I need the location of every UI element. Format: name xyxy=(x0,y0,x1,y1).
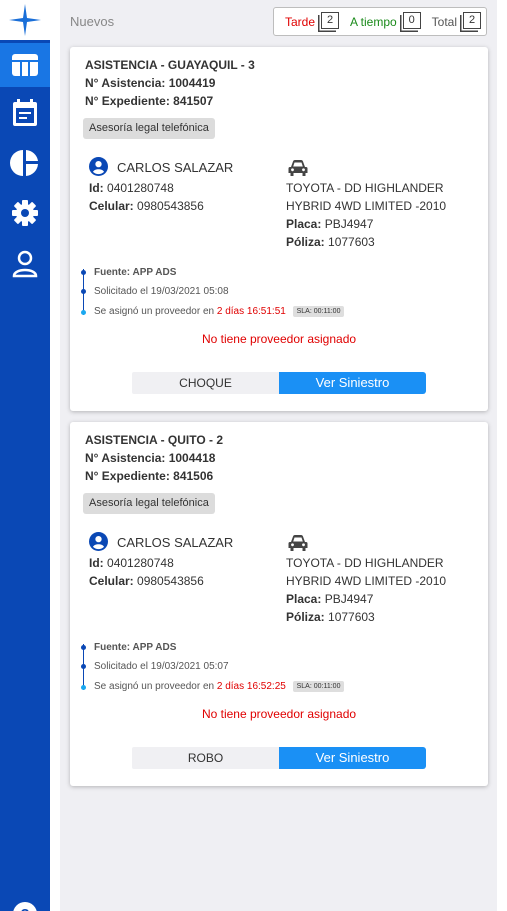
customer-id-label: Id: xyxy=(89,181,104,195)
timeline-requested: Solicitado el 19/03/2021 05:08 xyxy=(94,286,229,297)
counter-on-time-label: A tiempo xyxy=(349,14,397,29)
vehicle-plate: Placa: PBJ4947 xyxy=(286,217,373,231)
no-provider-message: No tiene proveedor asignado xyxy=(201,332,357,346)
section-title: Nuevos xyxy=(70,14,115,29)
person-circle-icon xyxy=(89,157,108,176)
user-icon[interactable] xyxy=(0,242,50,286)
timeline-dot xyxy=(81,310,86,315)
counter-total-value: 2 xyxy=(463,11,481,29)
timeline-dot xyxy=(81,270,86,275)
assigned-text: Se asignó un proveedor en xyxy=(94,681,215,693)
sla-badge: SLA: 00:11:00 xyxy=(292,306,345,317)
timeline-source-text: Fuente: APP ADS xyxy=(94,642,177,653)
customer-id-value: 0401280748 xyxy=(107,556,174,570)
assigned-time: 2 días 16:52:25 xyxy=(216,681,286,693)
counter-late-value: 2 xyxy=(321,11,340,29)
policy-label: Póliza: xyxy=(286,610,325,624)
view-claim-button[interactable]: Ver Siniestro xyxy=(279,372,426,394)
calendar-icon[interactable] xyxy=(0,91,50,135)
timeline-source: Fuente: APP ADS xyxy=(94,267,176,278)
customer-name: CARLOS SALAZAR xyxy=(117,535,234,550)
customer-phone: Celular: 0980543856 xyxy=(89,199,204,213)
help-icon[interactable]: ? xyxy=(0,888,50,911)
timeline-source-text: Fuente: APP ADS xyxy=(94,267,177,278)
customer-id: Id: 0401280748 xyxy=(89,556,174,570)
policy-number: Póliza: 1077603 xyxy=(286,235,375,249)
sidebar: ? xyxy=(0,0,50,911)
incident-type-button[interactable]: ROBO xyxy=(132,747,279,769)
table-icon[interactable] xyxy=(0,43,50,87)
vehicle-version: HYBRID 4WD LIMITED -2010 xyxy=(286,574,447,588)
vehicle-plate-label: Placa: xyxy=(286,217,322,231)
policy-number: Póliza: 1077603 xyxy=(286,610,375,624)
timeline-source: Fuente: APP ADS xyxy=(94,642,176,653)
star-logo-icon[interactable] xyxy=(0,0,50,40)
vehicle-model: TOYOTA - DD HIGHLANDER xyxy=(286,556,444,570)
service-tag: Asesoría legal telefónica xyxy=(83,118,215,139)
customer-id: Id: 0401280748 xyxy=(89,181,174,195)
assigned-time: 2 días 16:51:51 xyxy=(216,306,286,318)
card-title: ASISTENCIA - QUITO - 2 xyxy=(85,433,224,447)
customer-name: CARLOS SALAZAR xyxy=(117,160,234,175)
policy-label: Póliza: xyxy=(286,235,325,249)
sla-badge: SLA: 00:11:00 xyxy=(292,681,345,692)
top-bar: Nuevos Tarde 2 A tiempo 0 Total 2 xyxy=(60,0,497,40)
no-provider-message: No tiene proveedor asignado xyxy=(201,707,357,721)
counter-total-label: Total xyxy=(431,14,457,29)
customer-id-value: 0401280748 xyxy=(107,181,174,195)
svg-text:?: ? xyxy=(20,906,29,911)
card-title: ASISTENCIA - GUAYAQUIL - 3 xyxy=(85,58,255,72)
assistance-number: N° Asistencia: 1004419 xyxy=(85,76,216,90)
timeline-dot xyxy=(81,685,86,690)
customer-phone-value: 0980543856 xyxy=(137,574,204,588)
vehicle-plate: Placa: PBJ4947 xyxy=(286,592,373,606)
vehicle-plate-value: PBJ4947 xyxy=(324,217,374,231)
assistance-card[interactable]: ASISTENCIA - QUITO - 2 N° Asistencia: 10… xyxy=(70,422,488,786)
policy-value: 1077603 xyxy=(328,235,375,249)
timeline-assigned: Se asignó un proveedor en 2 días 16:51:5… xyxy=(94,306,345,318)
car-icon xyxy=(288,160,308,176)
assigned-text: Se asignó un proveedor en xyxy=(94,306,215,318)
vehicle-plate-value: PBJ4947 xyxy=(324,592,374,606)
counter-on-time[interactable]: A tiempo 0 xyxy=(349,11,421,32)
customer-phone-value: 0980543856 xyxy=(137,199,204,213)
assistance-number: N° Asistencia: 1004418 xyxy=(85,451,216,465)
view-claim-button[interactable]: Ver Siniestro xyxy=(279,747,426,769)
counter-late-label: Tarde xyxy=(285,14,316,29)
counter-late[interactable]: Tarde 2 xyxy=(285,11,340,32)
person-circle-icon xyxy=(89,532,108,551)
status-counters: Tarde 2 A tiempo 0 Total 2 xyxy=(273,7,487,36)
main-panel: Nuevos Tarde 2 A tiempo 0 Total 2 ASISTE… xyxy=(60,0,497,911)
counter-on-time-value: 0 xyxy=(402,11,421,29)
customer-id-label: Id: xyxy=(89,556,104,570)
customer-phone-label: Celular: xyxy=(89,574,134,588)
service-tag: Asesoría legal telefónica xyxy=(83,493,215,514)
incident-type-button[interactable]: CHOQUE xyxy=(132,372,279,394)
timeline-dot xyxy=(81,645,86,650)
car-icon xyxy=(288,535,308,551)
pie-chart-icon[interactable] xyxy=(0,141,50,185)
timeline-dot xyxy=(81,289,86,294)
vehicle-model: TOYOTA - DD HIGHLANDER xyxy=(286,181,444,195)
file-number: N° Expediente: 841506 xyxy=(85,469,214,483)
gear-icon[interactable] xyxy=(0,191,50,235)
timeline-requested: Solicitado el 19/03/2021 05:07 xyxy=(94,661,229,672)
assistance-card[interactable]: ASISTENCIA - GUAYAQUIL - 3 N° Asistencia… xyxy=(70,47,488,411)
file-number: N° Expediente: 841507 xyxy=(85,94,214,108)
timeline-dot xyxy=(81,664,86,669)
customer-phone: Celular: 0980543856 xyxy=(89,574,204,588)
counter-total[interactable]: Total 2 xyxy=(431,11,481,32)
customer-phone-label: Celular: xyxy=(89,199,134,213)
vehicle-plate-label: Placa: xyxy=(286,592,322,606)
vehicle-version: HYBRID 4WD LIMITED -2010 xyxy=(286,199,447,213)
timeline-assigned: Se asignó un proveedor en 2 días 16:52:2… xyxy=(94,681,345,693)
policy-value: 1077603 xyxy=(328,610,375,624)
